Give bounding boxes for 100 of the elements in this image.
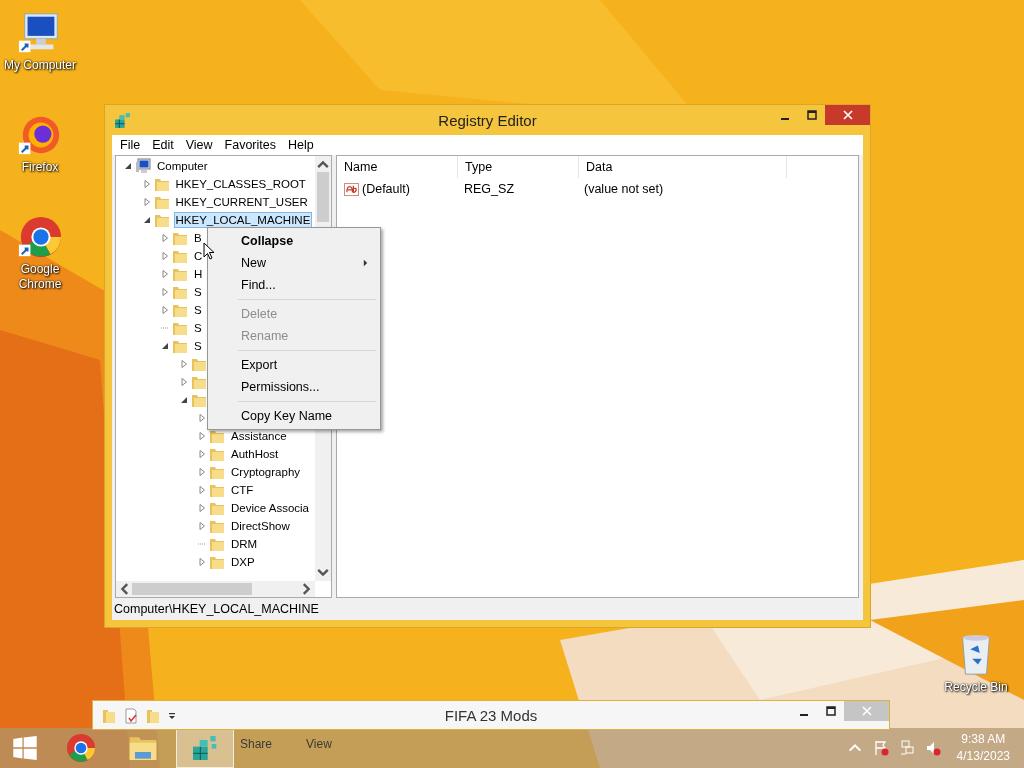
tree-item[interactable]: H [192,266,205,282]
tree-item[interactable]: S [192,320,204,336]
collapsed-arrow-icon[interactable] [161,270,169,278]
folder-icon [172,320,188,336]
folder-icon [190,392,207,408]
tree-item[interactable]: HKEY_LOCAL_MACHINE [173,212,313,228]
minimize-icon [780,118,789,120]
tree-item[interactable]: S [192,302,204,318]
table-cell: (Default) [362,182,410,196]
collapsed-arrow-icon[interactable] [198,468,206,476]
collapsed-arrow-icon[interactable] [142,180,151,188]
folder-icon [209,464,225,480]
folder-icon [153,176,170,192]
chrome-icon [65,732,97,764]
collapsed-arrow-icon[interactable] [179,378,188,386]
collapsed-arrow-icon[interactable] [161,252,169,260]
submenu-arrow-icon [363,259,368,267]
menu-item[interactable]: File [114,138,147,152]
collapsed-arrow-icon[interactable] [198,414,206,422]
folder-icon [190,356,207,372]
folder-icon [190,374,207,390]
collapsed-arrow-icon[interactable] [198,504,206,512]
tree-item[interactable]: B [192,230,204,246]
menu-item[interactable]: New [210,252,378,274]
tree-item[interactable]: DRM [229,536,260,552]
menu-item[interactable]: View [179,138,219,152]
collapsed-arrow-icon[interactable] [198,486,206,494]
window-title: Registry Editor [438,112,537,129]
tree-item[interactable]: HKEY_CLASSES_ROOT [173,176,308,192]
computer-icon [135,158,151,174]
ribbon-tab[interactable]: View [306,737,332,751]
tree-item[interactable]: AuthHost [229,446,281,462]
folder-icon [209,536,225,552]
tree-item[interactable]: S [192,338,204,354]
menu-item[interactable]: Copy Key Name [210,405,378,427]
tree-item[interactable]: DirectShow [229,518,292,534]
volume-icon[interactable] [924,740,941,756]
column-header[interactable]: Type [458,156,579,178]
folder-icon [209,554,225,570]
maximize-icon [825,706,836,716]
menu-item[interactable]: Collapse [210,230,378,252]
collapsed-arrow-icon[interactable] [161,288,169,296]
collapsed-arrow-icon[interactable] [142,198,151,206]
folder-icon[interactable] [101,707,117,724]
ribbon-tab[interactable]: Share [240,737,273,751]
expanded-arrow-icon[interactable] [179,396,188,404]
tree-item[interactable]: HKEY_CURRENT_USER [173,194,310,210]
scrollbar-thumb[interactable] [317,172,329,222]
collapsed-arrow-icon[interactable] [198,450,206,458]
expanded-arrow-icon[interactable] [124,162,132,170]
flag-icon[interactable] [872,740,889,756]
mouse-cursor-icon [203,242,215,260]
folder-icon [172,248,188,264]
windows-logo-icon[interactable] [12,735,38,761]
tree-item[interactable]: S [192,284,204,300]
expanded-arrow-icon[interactable] [161,342,169,350]
menu-item[interactable]: Find... [210,274,378,296]
folder-icon [172,230,188,246]
tree-item[interactable]: Computer [155,158,210,174]
collapsed-arrow-icon[interactable] [161,306,169,314]
folder-icon [209,518,225,534]
minimize-icon [799,714,808,716]
collapsed-arrow-icon[interactable] [198,522,206,530]
column-header[interactable]: Data [579,156,787,178]
string-value-icon [344,182,359,196]
network-icon[interactable] [898,740,915,756]
properties-icon[interactable] [123,707,139,724]
expanded-arrow-icon[interactable] [142,216,151,224]
scrollbar-thumb[interactable] [132,583,252,595]
tree-item[interactable]: Cryptography [229,464,303,480]
customize-arrow-icon[interactable] [167,710,177,721]
taskbar-button[interactable] [176,728,234,768]
tree-item[interactable]: Assistance [229,428,289,444]
collapsed-arrow-icon[interactable] [198,432,206,440]
folder-icon [209,482,225,498]
folder-icon [153,194,170,210]
tree-item[interactable]: CTF [229,482,256,498]
column-header[interactable]: Name [337,156,458,178]
new-folder-icon[interactable] [145,707,161,724]
tree-item[interactable]: Device Associa [229,500,311,516]
maximize-icon [806,110,817,120]
close-icon [842,110,853,120]
folder-icon [209,428,225,444]
menu-item[interactable]: Permissions... [210,376,378,398]
window-title: FIFA 23 Mods [444,707,538,724]
menu-item[interactable]: Edit [146,138,180,152]
table-cell-text: (value not set) [583,182,665,196]
menu-item[interactable]: Favorites [218,138,282,152]
collapsed-arrow-icon[interactable] [179,360,188,368]
menu-item[interactable]: Help [282,138,320,152]
folder-icon [209,446,225,462]
tree-item[interactable]: C [192,248,205,264]
folder-icon [172,338,188,354]
collapsed-arrow-icon[interactable] [198,558,206,566]
horizontal-scrollbar[interactable] [116,581,315,597]
tree-item[interactable]: DXP [229,554,257,570]
menu-item[interactable]: Export [210,354,378,376]
folder-icon [172,266,188,282]
collapsed-arrow-icon[interactable] [161,234,169,242]
chrome-icon[interactable] [17,214,63,260]
